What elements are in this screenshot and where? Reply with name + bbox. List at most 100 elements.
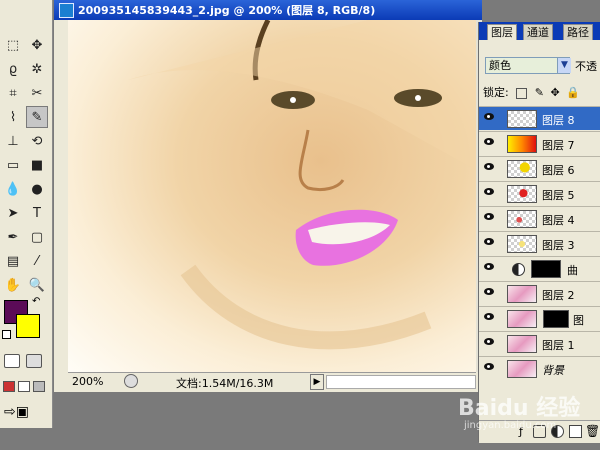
screen-mode-standard-icon[interactable] bbox=[3, 381, 15, 392]
layer-name: 图 bbox=[573, 314, 584, 327]
dodge-icon[interactable]: ● bbox=[26, 178, 48, 200]
new-layer-icon[interactable] bbox=[569, 425, 582, 438]
visibility-eye-icon[interactable] bbox=[484, 363, 494, 370]
crop-icon[interactable]: ⌗ bbox=[2, 82, 24, 104]
layer-thumbnail bbox=[507, 210, 537, 228]
quick-mask-icon[interactable] bbox=[26, 354, 42, 368]
notes-icon[interactable]: ▤ bbox=[2, 250, 24, 272]
swap-colors-icon[interactable]: ↶ bbox=[32, 296, 40, 307]
watermark-url: jingyan.baidu.com bbox=[464, 420, 557, 431]
right-eye-highlight bbox=[415, 95, 421, 101]
lock-label: 锁定: bbox=[483, 86, 509, 99]
visibility-eye-icon[interactable] bbox=[484, 263, 494, 270]
layer-name: 图层 1 bbox=[542, 339, 575, 352]
lock-all-icon[interactable]: 🔒 bbox=[566, 86, 580, 99]
image-canvas[interactable] bbox=[68, 20, 476, 372]
layer-name: 图层 8 bbox=[542, 114, 575, 127]
visibility-eye-icon[interactable] bbox=[484, 288, 494, 295]
document-size-info: 文档:1.54M/16.3M bbox=[176, 377, 274, 390]
layer-row[interactable]: 图 bbox=[479, 306, 600, 330]
jawline-shade bbox=[180, 264, 432, 350]
visibility-eye-icon[interactable] bbox=[484, 138, 494, 145]
layer-row[interactable]: 图层 4 bbox=[479, 206, 600, 230]
lock-brush-icon[interactable]: ✎ bbox=[535, 86, 544, 99]
visibility-eye-icon[interactable] bbox=[484, 113, 494, 120]
blur-icon[interactable]: 💧 bbox=[2, 178, 24, 200]
lasso-icon[interactable]: ϱ bbox=[2, 58, 24, 80]
slice-icon[interactable]: ✂ bbox=[26, 82, 48, 104]
lock-position-icon[interactable]: ✥ bbox=[550, 86, 559, 99]
eyedropper-icon[interactable]: ⁄ bbox=[26, 250, 48, 272]
tool-palette: ⬚ ✥ ϱ ✲ ⌗ ✂ ⌇ ✎ ⊥ ⟲ ▭ ■ 💧 ● ➤ T ✒ ▢ ▤ ⁄ ✋ 🔍 ↶ ⇨▣ bbox=[0, 0, 53, 428]
horizontal-scrollbar[interactable] bbox=[326, 375, 476, 389]
lock-transparency-icon[interactable] bbox=[516, 87, 528, 99]
default-colors-icon[interactable] bbox=[2, 330, 11, 339]
layer-row[interactable]: 背景 bbox=[479, 356, 600, 380]
brush-icon[interactable]: ✎ bbox=[26, 106, 48, 128]
tab-layers[interactable]: 图层 bbox=[487, 24, 517, 40]
layer-row[interactable]: 图层 5 bbox=[479, 181, 600, 205]
layer-thumbnail bbox=[507, 160, 537, 178]
layer-thumbnail bbox=[507, 185, 537, 203]
clone-stamp-icon[interactable]: ⊥ bbox=[2, 130, 24, 152]
visibility-eye-icon[interactable] bbox=[484, 238, 494, 245]
move-icon[interactable]: ✥ bbox=[26, 34, 48, 56]
left-eye-highlight bbox=[290, 97, 296, 103]
healing-brush-icon[interactable]: ⌇ bbox=[2, 106, 24, 128]
layer-thumbnail bbox=[507, 135, 537, 153]
opacity-label: 不透 bbox=[575, 60, 597, 73]
nose bbox=[298, 129, 345, 192]
palette-titlebar[interactable]: 图层 通道 路径 bbox=[479, 22, 600, 40]
visibility-eye-icon[interactable] bbox=[484, 188, 494, 195]
layer-name: 背景 bbox=[542, 364, 564, 377]
standard-mode-icon[interactable] bbox=[4, 354, 20, 368]
chevron-down-icon[interactable]: ▼ bbox=[557, 58, 571, 73]
document-title: 200935145839443_2.jpg @ 200% (图层 8, RGB/… bbox=[78, 4, 376, 17]
delete-layer-icon[interactable]: 🗑 bbox=[585, 424, 600, 438]
status-menu-arrow-icon[interactable]: ▶ bbox=[310, 374, 324, 390]
photoshop-document-icon bbox=[59, 3, 74, 18]
document-statusbar: 200% 文档:1.54M/16.3M ▶ bbox=[68, 372, 476, 391]
layer-row[interactable]: 图层 2 bbox=[479, 281, 600, 305]
visibility-eye-icon[interactable] bbox=[484, 313, 494, 320]
gradient-icon[interactable]: ■ bbox=[26, 154, 48, 176]
layer-row[interactable]: 图层 3 bbox=[479, 231, 600, 255]
layer-row[interactable]: 图层 1 bbox=[479, 331, 600, 355]
visibility-eye-icon[interactable] bbox=[484, 163, 494, 170]
status-info-icon[interactable] bbox=[124, 374, 138, 388]
screen-mode-menubar-icon[interactable] bbox=[18, 381, 30, 392]
layer-thumbnail bbox=[507, 285, 537, 303]
layer-mask-thumbnail[interactable] bbox=[543, 310, 569, 328]
tab-paths[interactable]: 路径 bbox=[563, 24, 593, 40]
path-selection-icon[interactable]: ➤ bbox=[2, 202, 24, 224]
history-brush-icon[interactable]: ⟲ bbox=[26, 130, 48, 152]
layers-palette: 图层 通道 路径 颜色 ▼ 不透 锁定: ✎ ✥ 🔒 图层 8 图层 7 图层 6图… bbox=[478, 22, 600, 443]
layer-name: 图层 3 bbox=[542, 239, 575, 252]
zoom-level[interactable]: 200% bbox=[72, 375, 103, 388]
layer-thumbnail bbox=[507, 360, 537, 378]
screen-mode-full-icon[interactable] bbox=[33, 381, 45, 392]
rectangle-icon[interactable]: ▢ bbox=[26, 226, 48, 248]
zoom-icon[interactable]: 🔍 bbox=[26, 274, 48, 296]
layer-name: 图层 4 bbox=[542, 214, 575, 227]
layer-name: 图层 2 bbox=[542, 289, 575, 302]
layer-row[interactable]: 图层 6 bbox=[479, 156, 600, 180]
background-color-swatch[interactable] bbox=[16, 314, 40, 338]
visibility-eye-icon[interactable] bbox=[484, 338, 494, 345]
lock-row: 锁定: ✎ ✥ 🔒 bbox=[483, 84, 600, 100]
layer-row[interactable]: 图层 8 bbox=[479, 106, 600, 130]
document-window: 200935145839443_2.jpg @ 200% (图层 8, RGB/… bbox=[54, 0, 482, 392]
tab-channels[interactable]: 通道 bbox=[523, 24, 553, 40]
document-titlebar[interactable]: 200935145839443_2.jpg @ 200% (图层 8, RGB/… bbox=[54, 0, 482, 20]
jump-to-imageready-icon[interactable]: ⇨▣ bbox=[4, 404, 42, 420]
pen-icon[interactable]: ✒ bbox=[2, 226, 24, 248]
visibility-eye-icon[interactable] bbox=[484, 213, 494, 220]
eraser-icon[interactable]: ▭ bbox=[2, 154, 24, 176]
magic-wand-icon[interactable]: ✲ bbox=[26, 58, 48, 80]
layer-row[interactable]: 曲 bbox=[479, 256, 600, 280]
layer-name: 图层 7 bbox=[542, 139, 575, 152]
layer-row[interactable]: 图层 7 bbox=[479, 131, 600, 155]
marquee-icon[interactable]: ⬚ bbox=[2, 34, 24, 56]
hand-icon[interactable]: ✋ bbox=[2, 274, 24, 296]
type-icon[interactable]: T bbox=[26, 202, 48, 224]
